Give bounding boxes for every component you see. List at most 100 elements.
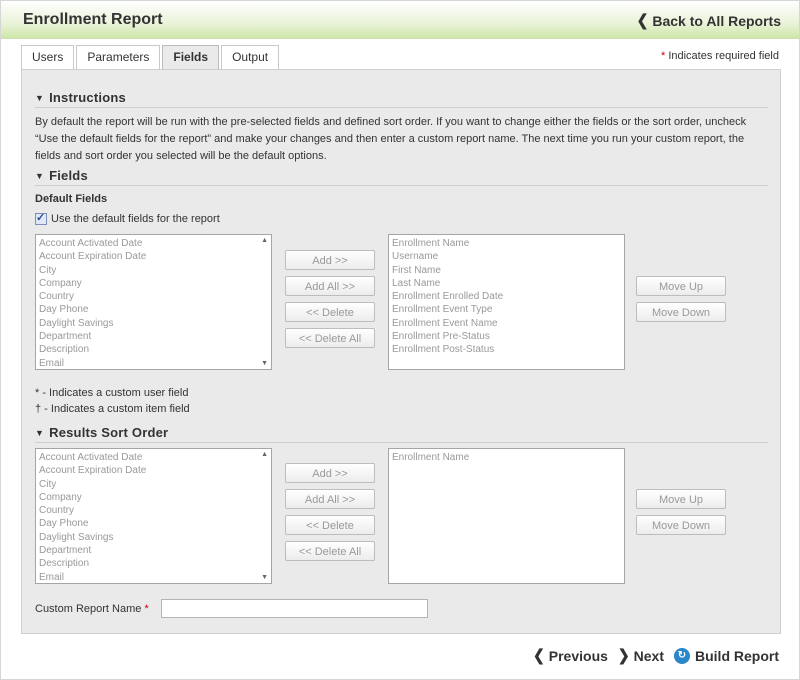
report-window: Enrollment Report ❮ Back to All Reports … — [0, 0, 800, 680]
list-item[interactable]: Account Activated Date — [39, 237, 268, 250]
default-fields-checkbox[interactable]: ✓ — [35, 212, 47, 225]
fields-move-down-button[interactable]: Move Down — [636, 302, 726, 322]
add-field-button[interactable]: Add >> — [285, 250, 375, 270]
default-fields-checkbox-row[interactable]: ✓ Use the default fields for the report — [35, 212, 220, 225]
wizard-footer: ❮ Previous ❯ Next ↻ Build Report — [523, 646, 779, 664]
sort-selected-items: Enrollment Name — [389, 449, 624, 466]
list-item[interactable]: Enrollment Event Name — [392, 317, 621, 330]
next-button[interactable]: ❯ Next — [617, 646, 664, 664]
sort-delete-all-button[interactable]: << Delete All — [285, 541, 375, 561]
sort-add-all-button[interactable]: Add All >> — [285, 489, 375, 509]
available-fields-scrollbar[interactable]: ▲ ▼ — [256, 235, 271, 369]
scroll-down-icon[interactable]: ▼ — [261, 360, 268, 367]
fields-heading[interactable]: ▼ Fields — [35, 168, 768, 186]
checkmark-icon: ✓ — [36, 212, 46, 224]
list-item[interactable]: Company — [39, 277, 268, 290]
sort-delete-button[interactable]: << Delete — [285, 515, 375, 535]
build-report-icon: ↻ — [674, 647, 690, 664]
scroll-up-icon[interactable]: ▲ — [261, 237, 268, 244]
default-fields-checkbox-label: Use the default fields for the report — [51, 213, 220, 225]
sort-available-scrollbar[interactable]: ▲ ▼ — [256, 449, 271, 583]
fields-heading-label: Fields — [49, 168, 88, 183]
scroll-up-icon[interactable]: ▲ — [261, 451, 268, 458]
back-to-reports-link[interactable]: ❮ Back to All Reports — [636, 11, 781, 29]
next-label: Next — [633, 647, 664, 664]
required-field-note: * Indicates required field — [661, 50, 779, 62]
delete-field-button[interactable]: << Delete — [285, 302, 375, 322]
page-title: Enrollment Report — [23, 11, 163, 28]
available-fields-list[interactable]: Account Activated Date Account Expiration… — [35, 234, 272, 370]
sort-available-items: Account Activated Date Account Expiration… — [36, 449, 271, 583]
instructions-text: By default the report will be run with t… — [35, 116, 747, 162]
sort-selected-fields-list[interactable]: Enrollment Name — [388, 448, 625, 584]
list-item[interactable]: Description — [39, 557, 268, 570]
list-item[interactable]: Day Phone — [39, 303, 268, 316]
selected-fields-list[interactable]: Enrollment Name Username First Name Last Na… — [388, 234, 625, 370]
build-report-button[interactable]: ↻ Build Report — [674, 647, 779, 664]
tab-users[interactable]: Users — [21, 45, 75, 70]
list-item[interactable]: City — [39, 264, 268, 277]
header-bar: Enrollment Report ❮ Back to All Reports — [1, 1, 799, 39]
scroll-down-icon[interactable]: ▼ — [261, 574, 268, 581]
tab-parameters[interactable]: Parameters — [76, 45, 161, 70]
add-all-fields-button[interactable]: Add All >> — [285, 276, 375, 296]
list-item[interactable]: Department — [39, 330, 268, 343]
default-fields-subheading: Default Fields — [35, 193, 108, 205]
list-item[interactable]: Email — [39, 571, 268, 583]
list-item[interactable]: Email — [39, 357, 268, 369]
sort-order-heading-label: Results Sort Order — [49, 425, 169, 440]
list-item[interactable]: Country — [39, 504, 268, 517]
sort-add-button[interactable]: Add >> — [285, 463, 375, 483]
chevron-right-icon: ❯ — [617, 646, 630, 664]
sort-available-fields-list[interactable]: Account Activated Date Account Expiration… — [35, 448, 272, 584]
delete-all-fields-button[interactable]: << Delete All — [285, 328, 375, 348]
required-marker: * — [660, 50, 666, 62]
list-item[interactable]: Enrollment Enrolled Date — [392, 290, 621, 303]
list-item[interactable]: Company — [39, 491, 268, 504]
list-item[interactable]: Daylight Savings — [39, 531, 268, 544]
custom-item-field-note: † - Indicates a custom item field — [35, 403, 190, 415]
list-item[interactable]: First Name — [392, 264, 621, 277]
custom-report-name-text: Custom Report Name — [35, 603, 142, 615]
custom-user-field-note: * - Indicates a custom user field — [35, 387, 189, 399]
chevron-left-icon: ❮ — [636, 11, 649, 29]
list-item[interactable]: Country — [39, 290, 268, 303]
selected-fields-items: Enrollment Name Username First Name Last Na… — [389, 235, 624, 359]
list-item[interactable]: Description — [39, 343, 268, 356]
list-item[interactable]: Enrollment Event Type — [392, 303, 621, 316]
sort-move-up-button[interactable]: Move Up — [636, 489, 726, 509]
list-item[interactable]: Department — [39, 544, 268, 557]
required-marker: * — [144, 603, 149, 615]
list-item[interactable]: City — [39, 478, 268, 491]
list-item[interactable]: Account Activated Date — [39, 451, 268, 464]
custom-report-name-label: Custom Report Name * — [35, 603, 149, 615]
tab-bar: Users Parameters Fields Output — [21, 45, 281, 71]
list-item[interactable]: Last Name — [392, 277, 621, 290]
collapse-triangle-icon: ▼ — [35, 171, 45, 181]
list-item[interactable]: Enrollment Pre-Status — [392, 330, 621, 343]
list-item[interactable]: Account Expiration Date — [39, 464, 268, 477]
collapse-triangle-icon: ▼ — [35, 428, 45, 438]
list-item[interactable]: Daylight Savings — [39, 317, 268, 330]
fields-move-up-button[interactable]: Move Up — [636, 276, 726, 296]
list-item[interactable]: Enrollment Post-Status — [392, 343, 621, 356]
collapse-triangle-icon: ▼ — [35, 93, 45, 103]
tab-output[interactable]: Output — [221, 45, 280, 70]
available-fields-items: Account Activated Date Account Expiration… — [36, 235, 271, 369]
fields-panel: ▼ Instructions By default the report will… — [21, 69, 781, 634]
custom-report-name-input[interactable] — [161, 599, 428, 618]
list-item[interactable]: Enrollment Name — [392, 237, 621, 250]
list-item[interactable]: Enrollment Name — [392, 451, 621, 464]
instructions-heading[interactable]: ▼ Instructions — [35, 90, 768, 108]
previous-button[interactable]: ❮ Previous — [533, 646, 608, 664]
build-report-label: Build Report — [695, 647, 779, 664]
back-to-reports-label: Back to All Reports — [652, 12, 781, 29]
list-item[interactable]: Account Expiration Date — [39, 250, 268, 263]
instructions-heading-label: Instructions — [49, 90, 126, 105]
sort-order-heading[interactable]: ▼ Results Sort Order — [35, 425, 768, 443]
list-item[interactable]: Day Phone — [39, 517, 268, 530]
sort-move-down-button[interactable]: Move Down — [636, 515, 726, 535]
tab-fields[interactable]: Fields — [162, 45, 220, 71]
required-note-text: Indicates required field — [668, 50, 779, 62]
list-item[interactable]: Username — [392, 250, 621, 263]
